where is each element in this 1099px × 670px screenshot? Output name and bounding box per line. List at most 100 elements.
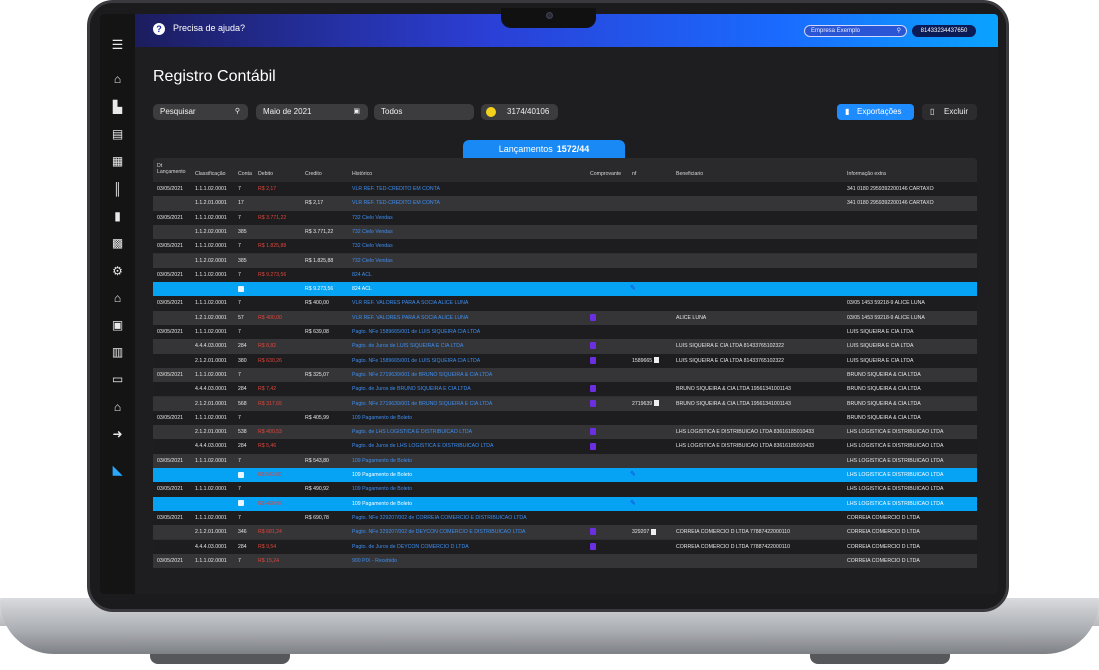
- header-comprovante[interactable]: Comprovante: [590, 171, 621, 177]
- chart-icon[interactable]: ▙: [110, 100, 125, 114]
- table-row[interactable]: 1.1.2.02.0001 385 R$ 3.771,22 732 Cielo Ven…: [153, 224, 977, 240]
- building-icon[interactable]: ▥: [110, 345, 125, 359]
- receipt-icon[interactable]: [590, 542, 596, 550]
- receipt-icon[interactable]: [590, 385, 596, 393]
- export-button[interactable]: ▮ Exportações: [837, 104, 914, 120]
- cell-conta: [238, 282, 244, 296]
- clipboard-icon[interactable]: ▣: [110, 318, 125, 332]
- table-row[interactable]: 1.1.2.01.0001 17 R$ 2,17 VLR REF. TED-CREDI…: [153, 196, 977, 211]
- table-row[interactable]: 2.1.2.01.0001 568 R$ 317,65 Pagto. NFe 2719…: [153, 396, 977, 411]
- help-link[interactable]: Precisa de ajuda?: [173, 23, 245, 33]
- table-row[interactable]: 03/05/2021 1.1.1.02.0001 7 R$ 405,99 109 Pag…: [153, 410, 977, 426]
- table-row[interactable]: 03/05/2021 1.1.1.02.0001 7 R$ 490,92 109 Pag…: [153, 482, 977, 497]
- cell-classificacao: 1.1.1.02.0001: [195, 214, 227, 221]
- company-search-input[interactable]: Empresa Exemplo ⚲: [804, 25, 907, 37]
- header-historico[interactable]: Histórico: [352, 171, 372, 177]
- file-icon[interactable]: ▮: [110, 209, 125, 223]
- delete-button[interactable]: ▯ Excluir: [922, 104, 977, 120]
- file-icon: ▮: [845, 107, 850, 116]
- table-row[interactable]: 4.4.4.03.0001 284 R$ 5,46 Pagto. de Juros d…: [153, 439, 977, 454]
- cell-info: 03/05 1453 59218-9 ALICE LUNA: [847, 314, 925, 321]
- header-debito[interactable]: Debito: [258, 171, 273, 177]
- status-select[interactable]: Todos: [374, 104, 474, 120]
- edit-icon[interactable]: ✎: [630, 285, 636, 292]
- header-conta[interactable]: Conta: [238, 171, 252, 177]
- help-icon[interactable]: ?: [153, 23, 165, 35]
- cell-conta: 7: [238, 243, 241, 250]
- table-row-selected[interactable]: R$ 9.273,56 824 ACL ✎: [153, 282, 977, 297]
- invoice-file-icon[interactable]: [651, 528, 657, 535]
- table-row[interactable]: 03/05/2021 1.1.1.02.0001 7 R$ 3.771,22 732 C…: [153, 210, 977, 225]
- table-row[interactable]: 03/05/2021 1.1.1.02.0001 7 R$ 690,78 Pagto. …: [153, 510, 977, 526]
- header-classificacao[interactable]: Classificação: [195, 171, 226, 177]
- cell-classificacao: 1.1.2.01.0001: [195, 200, 227, 207]
- cell-debito: R$ 9,54: [258, 543, 277, 550]
- cell-historico: 824 ACL: [352, 286, 372, 293]
- gears-icon[interactable]: ⚙: [110, 264, 125, 278]
- header-nf[interactable]: nf: [632, 171, 636, 177]
- logout-icon[interactable]: ➜: [110, 427, 125, 441]
- cell-historico: 732 Cielo Vendas: [352, 257, 393, 264]
- table-row[interactable]: 1.2.1.02.0001 57 R$ 400,00 VLR REF. VALORES…: [153, 310, 977, 325]
- table-row[interactable]: 4.4.4.03.0001 284 R$ 7,42 Pagto. de Juros d…: [153, 382, 977, 397]
- table-row[interactable]: 03/05/2021 1.1.1.02.0001 7 R$ 325,07 Pagto. …: [153, 367, 977, 383]
- table-row[interactable]: 03/05/2021 1.1.1.02.0001 7 R$ 543,80 109 Pag…: [153, 453, 977, 468]
- cell-conta: 7: [238, 486, 241, 493]
- menu-icon[interactable]: ☰: [110, 38, 125, 52]
- edit-icon[interactable]: ✎: [630, 500, 636, 507]
- book-icon[interactable]: ▤: [110, 127, 125, 141]
- search-input[interactable]: Pesquisar ⚲: [153, 104, 248, 120]
- table-row[interactable]: 03/05/2021 1.1.1.02.0001 7 R$ 400,00 VLR REF…: [153, 296, 977, 311]
- table-row[interactable]: 03/05/2021 1.1.1.02.0001 7 R$ 2,17 VLR REF. …: [153, 182, 977, 197]
- file-chart-icon[interactable]: ▩: [110, 236, 125, 250]
- export-label: Exportações: [857, 107, 902, 116]
- table-row[interactable]: 03/05/2021 1.1.1.02.0001 7 R$ 15,24 900 PIX …: [153, 553, 977, 569]
- cell-classificacao: 1.1.1.02.0001: [195, 329, 227, 335]
- month-picker[interactable]: Maio de 2021 ▣: [256, 104, 368, 120]
- invoice-file-icon[interactable]: [654, 400, 660, 407]
- table-row[interactable]: 03/05/2021 1.1.1.02.0001 7 R$ 639,08 Pagto. …: [153, 325, 977, 340]
- table-row[interactable]: 2.1.2.01.0001 346 R$ 681,24 Pagto. NFe 3292…: [153, 525, 977, 540]
- home-icon[interactable]: ⌂: [110, 72, 125, 86]
- cell-comprovante: [590, 439, 596, 453]
- invoice-file-icon[interactable]: [654, 357, 660, 364]
- note-icon[interactable]: [238, 500, 244, 507]
- header-dt[interactable]: Dt Lançamento: [157, 163, 189, 175]
- cell-comprovante: [590, 311, 596, 325]
- table-row[interactable]: 4.4.4.03.0001 284 R$ 9,54 Pagto. de Juros d…: [153, 539, 977, 554]
- bank-icon[interactable]: ⌂: [110, 291, 125, 305]
- cell-classificacao: 1.1.2.02.0001: [195, 228, 227, 235]
- table-row-selected[interactable]: R$ 490,92 109 Pagamento de Boleto ✎ LHS LOG…: [153, 496, 977, 511]
- header-info[interactable]: Informação extra: [847, 171, 886, 177]
- table-row[interactable]: 03/05/2021 1.1.1.02.0001 7 R$ 9.273,56 824 A…: [153, 267, 977, 283]
- edit-icon[interactable]: ✎: [630, 471, 636, 478]
- card-icon[interactable]: ▭: [110, 372, 125, 386]
- receipt-icon[interactable]: [590, 442, 596, 450]
- document-icon[interactable]: ▦: [110, 154, 125, 168]
- receipt-icon[interactable]: [590, 342, 596, 350]
- cell-credito: R$ 405,99: [305, 414, 329, 421]
- note-icon[interactable]: [238, 285, 244, 292]
- receipt-icon[interactable]: [590, 399, 596, 407]
- table-row[interactable]: 03/05/2021 1.1.1.02.0001 7 R$ 1.825,88 732 C…: [153, 239, 977, 254]
- barcode-icon[interactable]: ║: [110, 182, 125, 196]
- header-credito[interactable]: Credito: [305, 171, 322, 177]
- tab-lancamentos[interactable]: Lançamentos 1572/44: [463, 140, 625, 158]
- header-beneficiario[interactable]: Beneficiario: [676, 171, 703, 177]
- cell-conta: 7: [238, 557, 241, 564]
- cell-date: 03/05/2021: [157, 486, 183, 493]
- table-row[interactable]: 2.1.2.01.0001 538 R$ 400,53 Pagto. de LHS L…: [153, 425, 977, 440]
- table-row[interactable]: 2.1.2.01.0001 380 R$ 630,26 Pagto. NFe 1589…: [153, 353, 977, 368]
- table-row[interactable]: 1.1.2.02.0001 385 R$ 1.825,88 732 Cielo Ven…: [153, 253, 977, 268]
- cell-info: BRUNO SIQUEIRA & CIA LTDA: [847, 400, 921, 407]
- receipt-icon[interactable]: [590, 356, 596, 364]
- table-row[interactable]: 4.4.4.03.0001 284 R$ 8,82 Pagto. de Juros d…: [153, 339, 977, 354]
- receipt-icon[interactable]: [590, 313, 596, 321]
- cell-credito: R$ 1.825,88: [305, 257, 334, 264]
- receipt-icon[interactable]: [590, 428, 596, 436]
- cell-conta: 284: [238, 343, 247, 350]
- receipt-icon[interactable]: [590, 528, 596, 536]
- unlock-icon[interactable]: ⌂: [110, 400, 125, 414]
- note-icon[interactable]: [238, 471, 244, 478]
- table-row-selected[interactable]: R$ 543,80 109 Pagamento de Boleto ✎ LHS LOG…: [153, 468, 977, 483]
